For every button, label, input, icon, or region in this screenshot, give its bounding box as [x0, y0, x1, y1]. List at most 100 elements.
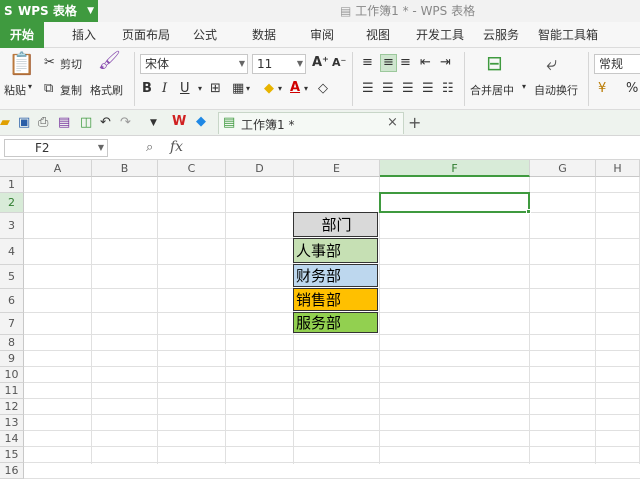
save-icon[interactable]: ▣: [18, 116, 30, 130]
scissors-icon[interactable]: ✂: [44, 56, 55, 70]
align-bottom-icon[interactable]: ≡: [400, 56, 411, 70]
cut-button[interactable]: 剪切: [60, 56, 82, 72]
tab-smart-tools[interactable]: 智能工具箱: [538, 22, 598, 48]
tab-developer[interactable]: 开发工具: [416, 22, 464, 48]
chevron-down-icon[interactable]: ▾: [246, 82, 250, 96]
column-header-b[interactable]: B: [92, 160, 158, 177]
row-header-3[interactable]: 3: [0, 213, 24, 239]
underline-icon[interactable]: U: [180, 82, 190, 96]
row-header-9[interactable]: 9: [0, 351, 24, 367]
column-header-a[interactable]: A: [24, 160, 92, 177]
export-pdf-icon[interactable]: ◫: [80, 116, 92, 130]
workbook-tab[interactable]: ▤ 工作簿1 * ×: [218, 112, 404, 134]
column-header-c[interactable]: C: [158, 160, 226, 177]
row-header-8[interactable]: 8: [0, 335, 24, 351]
cube-icon[interactable]: ◆: [196, 115, 206, 129]
row-header-2[interactable]: 2: [0, 193, 24, 213]
wrap-text-icon[interactable]: ⤶: [546, 52, 557, 74]
increase-font-icon[interactable]: A⁺: [312, 56, 329, 70]
font-name-select[interactable]: 宋体 ▼: [140, 54, 248, 74]
font-color-icon[interactable]: A: [290, 81, 300, 95]
wps-menu-button[interactable]: S WPS 表格 ▼: [0, 0, 98, 22]
paste-button[interactable]: 粘贴: [4, 82, 26, 98]
row-header-5[interactable]: 5: [0, 265, 24, 289]
clear-format-icon[interactable]: ◇: [318, 82, 328, 96]
insert-function-icon[interactable]: fx: [170, 139, 183, 155]
row-header-15[interactable]: 15: [0, 447, 24, 463]
row-header-4[interactable]: 4: [0, 239, 24, 265]
italic-icon[interactable]: I: [162, 82, 167, 96]
font-size-select[interactable]: 11 ▼: [252, 54, 306, 74]
wrap-text-button[interactable]: 自动换行: [534, 82, 578, 98]
row-header-11[interactable]: 11: [0, 383, 24, 399]
row-header-16[interactable]: 16: [0, 463, 24, 479]
decrease-indent-icon[interactable]: ⇤: [420, 56, 431, 70]
borders-icon[interactable]: ▦: [232, 82, 244, 96]
tab-insert[interactable]: 插入: [72, 22, 96, 48]
chevron-down-icon[interactable]: ▼: [150, 116, 157, 130]
copy-icon[interactable]: ⧉: [44, 82, 53, 96]
align-middle-icon[interactable]: ≡: [380, 54, 397, 72]
merge-center-button[interactable]: 合并居中: [470, 82, 514, 98]
row-header-12[interactable]: 12: [0, 399, 24, 415]
redo-icon[interactable]: ↷: [120, 116, 131, 130]
active-cell-selection[interactable]: [379, 192, 530, 213]
column-header-g[interactable]: G: [530, 160, 596, 177]
tab-page-layout[interactable]: 页面布局: [122, 22, 170, 48]
currency-icon[interactable]: ¥: [598, 82, 606, 96]
formula-input[interactable]: [200, 139, 640, 157]
row-header-1[interactable]: 1: [0, 177, 24, 193]
chevron-down-icon[interactable]: ▾: [278, 82, 282, 96]
tab-view[interactable]: 视图: [366, 22, 390, 48]
select-all-corner[interactable]: [0, 160, 24, 177]
row-header-14[interactable]: 14: [0, 431, 24, 447]
cell-e3[interactable]: 部门: [293, 212, 378, 237]
name-box[interactable]: F2 ▼: [4, 139, 108, 157]
fill-color-icon[interactable]: ◆: [264, 82, 274, 96]
column-header-e[interactable]: E: [294, 160, 380, 177]
row-header-7[interactable]: 7: [0, 313, 24, 335]
strikethrough-icon[interactable]: ⊞: [210, 82, 221, 96]
bold-icon[interactable]: B: [142, 82, 152, 96]
format-painter-button[interactable]: 格式刷: [90, 82, 123, 98]
undo-icon[interactable]: ↶: [100, 116, 111, 130]
chevron-down-icon[interactable]: ▾: [522, 82, 526, 91]
column-header-f[interactable]: F: [380, 160, 530, 177]
align-right-icon[interactable]: ☰: [402, 82, 414, 96]
add-tab-icon[interactable]: +: [408, 113, 421, 132]
column-header-h[interactable]: H: [596, 160, 640, 177]
distributed-icon[interactable]: ☷: [442, 82, 454, 96]
tab-cloud[interactable]: 云服务: [483, 22, 519, 48]
cell-e7[interactable]: 服务部: [293, 312, 378, 333]
chevron-down-icon[interactable]: ▾: [28, 82, 32, 91]
wps-docer-icon[interactable]: W: [172, 115, 186, 129]
align-left-icon[interactable]: ☰: [362, 82, 374, 96]
cell-e4[interactable]: 人事部: [293, 238, 378, 263]
format-painter-icon[interactable]: 🖌: [98, 52, 121, 70]
align-center-icon[interactable]: ☰: [382, 82, 394, 96]
percent-icon[interactable]: %: [626, 82, 638, 96]
merge-cells-icon[interactable]: ⊟: [486, 52, 503, 74]
column-header-d[interactable]: D: [226, 160, 294, 177]
tab-review[interactable]: 审阅: [310, 22, 334, 48]
tab-data[interactable]: 数据: [252, 22, 276, 48]
tab-home[interactable]: 开始: [0, 22, 45, 48]
decrease-font-icon[interactable]: A⁻: [332, 56, 346, 70]
paste-icon[interactable]: 📋: [8, 54, 35, 76]
tab-formulas[interactable]: 公式: [193, 22, 217, 48]
row-header-6[interactable]: 6: [0, 289, 24, 313]
zoom-search-icon[interactable]: ⌕: [146, 141, 153, 155]
print-preview-icon[interactable]: ⎙: [38, 116, 48, 130]
cell-e5[interactable]: 财务部: [293, 264, 378, 287]
cell-e6[interactable]: 销售部: [293, 288, 378, 311]
row-header-13[interactable]: 13: [0, 415, 24, 431]
chevron-down-icon[interactable]: ▾: [198, 82, 202, 96]
open-folder-icon[interactable]: ▰: [0, 116, 10, 130]
chevron-down-icon[interactable]: ▾: [304, 82, 308, 96]
print-icon[interactable]: ▤: [58, 116, 70, 130]
number-format-select[interactable]: 常规: [594, 54, 640, 74]
increase-indent-icon[interactable]: ⇥: [440, 56, 451, 70]
fill-handle[interactable]: [526, 209, 531, 214]
copy-button[interactable]: 复制: [60, 82, 82, 98]
close-icon[interactable]: ×: [387, 115, 398, 130]
